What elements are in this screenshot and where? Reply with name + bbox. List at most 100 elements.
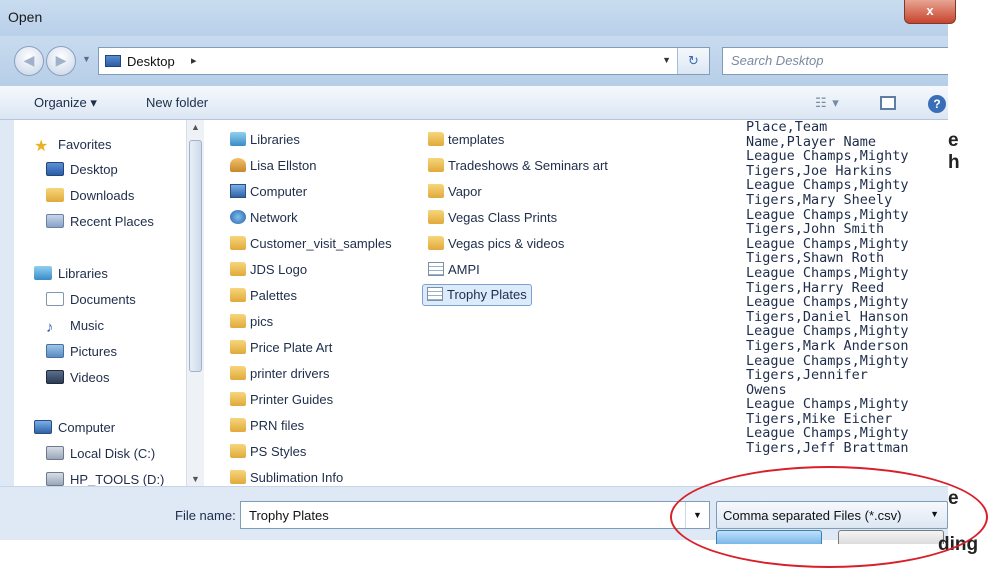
file-item-folder[interactable]: Tradeshows & Seminars art (424, 156, 612, 178)
file-item-network[interactable]: Network (226, 208, 302, 230)
preview-line: League Champs,Mighty (746, 235, 909, 252)
file-item-folder[interactable]: templates (424, 130, 508, 152)
preview-line: League Champs,Mighty (746, 323, 909, 340)
scroll-up-icon[interactable]: ▲ (191, 122, 200, 132)
file-name-value: Trophy Plates (249, 508, 329, 523)
change-view-icon[interactable]: ☷ ▾ (815, 95, 840, 111)
file-item-folder[interactable]: Price Plate Art (226, 338, 336, 360)
close-button[interactable]: x (904, 0, 956, 24)
nav-item-documents[interactable]: Documents (46, 292, 136, 314)
folder-icon (230, 340, 246, 354)
nav-item-recent-places[interactable]: Recent Places (46, 214, 154, 236)
file-item-csv[interactable]: AMPI (424, 260, 484, 282)
nav-item-libraries[interactable]: Libraries (34, 266, 108, 288)
nav-item-computer[interactable]: Computer (34, 420, 115, 442)
file-item-label: PS Styles (250, 444, 307, 459)
file-item-folder[interactable]: Printer Guides (226, 390, 337, 412)
file-item-label: PRN files (250, 418, 305, 433)
background-text-fragment: h (948, 152, 960, 173)
file-item-label: Customer_visit_samples (250, 236, 392, 251)
preview-line: Place,Team (746, 120, 828, 135)
file-item-folder[interactable]: PS Styles (226, 442, 310, 464)
nav-item-label: Pictures (70, 344, 117, 359)
preview-line: Tigers,Jennifer (746, 367, 868, 384)
file-item-folder[interactable]: JDS Logo (226, 260, 311, 282)
file-item-label: printer drivers (250, 366, 330, 381)
breadcrumb-desktop[interactable]: Desktop (127, 54, 175, 69)
file-item-label: Trophy Plates (447, 287, 527, 302)
nav-item-hp-tools-d[interactable]: HP_TOOLS (D:) (46, 472, 164, 486)
nav-item-downloads[interactable]: Downloads (46, 188, 134, 210)
navigation-bar: ◀ ▶ ▼ Desktop ▸ ▼ ↻ Search Desktop (0, 36, 948, 86)
address-dropdown-icon[interactable]: ▼ (662, 55, 671, 65)
address-bar[interactable]: Desktop ▸ ▼ ↻ (98, 47, 710, 75)
new-folder-button[interactable]: New folder (146, 95, 208, 110)
forward-button[interactable]: ▶ (46, 46, 76, 76)
organize-menu-button[interactable]: Organize ▾ (34, 95, 97, 111)
file-name-input[interactable]: Trophy Plates ▼ (240, 501, 710, 529)
file-item-folder[interactable]: printer drivers (226, 364, 333, 386)
folder-icon (230, 444, 246, 458)
command-toolbar: Organize ▾ New folder ☷ ▾ ? (0, 86, 948, 120)
pictures-icon (46, 344, 64, 358)
preview-line: League Champs,Mighty (746, 396, 909, 413)
preview-line: Tigers,Mark Anderson (746, 337, 909, 354)
file-item-folder[interactable]: PRN files (226, 416, 308, 438)
file-name-label: File name: (175, 508, 236, 523)
nav-item-label: Desktop (70, 162, 118, 177)
file-item-libraries[interactable]: Libraries (226, 130, 304, 152)
file-item-folder[interactable]: Palettes (226, 286, 301, 308)
star-icon: ★ (34, 138, 49, 155)
nav-item-pictures[interactable]: Pictures (46, 344, 117, 366)
folder-icon (428, 210, 444, 224)
scrollbar-thumb[interactable] (189, 140, 202, 372)
breadcrumb-arrow-icon[interactable]: ▸ (191, 54, 197, 67)
file-item-folder[interactable]: pics (226, 312, 277, 334)
title-bar: Open x (0, 0, 956, 36)
computer-icon (230, 184, 246, 198)
user-folder-icon (230, 158, 246, 172)
nav-item-music[interactable]: ♪ Music (46, 318, 104, 340)
csv-file-icon (428, 262, 444, 276)
back-arrow-icon: ◀ (23, 52, 35, 68)
file-item-csv-selected[interactable]: Trophy Plates (422, 284, 532, 306)
file-item-computer[interactable]: Computer (226, 182, 311, 204)
file-item-folder[interactable]: Vegas Class Prints (424, 208, 561, 230)
nav-item-label: Documents (70, 292, 136, 307)
computer-icon (34, 420, 52, 434)
nav-item-desktop[interactable]: Desktop (46, 162, 118, 184)
nav-item-videos[interactable]: Videos (46, 370, 110, 392)
nav-item-label: Music (70, 318, 104, 333)
file-item-lisa-ellston[interactable]: Lisa Ellston (226, 156, 320, 178)
scroll-down-icon[interactable]: ▼ (191, 474, 200, 484)
file-item-folder[interactable]: Customer_visit_samples (226, 234, 396, 256)
red-annotation-ellipse (670, 466, 988, 568)
nav-item-local-disk-c[interactable]: Local Disk (C:) (46, 446, 155, 468)
preview-pane-toggle-icon[interactable] (880, 96, 896, 110)
file-item-folder[interactable]: Vapor (424, 182, 486, 204)
folder-icon (230, 470, 246, 484)
preview-line: Tigers,John Smith (746, 221, 885, 238)
preview-line: Tigers,Joe Harkins (746, 162, 893, 179)
drive-icon (46, 472, 64, 486)
nav-item-favorites[interactable]: ★ Favorites (34, 136, 111, 158)
file-item-label: Printer Guides (250, 392, 334, 407)
recent-locations-dropdown[interactable]: ▼ (82, 54, 91, 64)
nav-item-label: Libraries (58, 266, 108, 281)
preview-line: Tigers,Mike Eicher (746, 410, 893, 427)
nav-item-label: Videos (70, 370, 110, 385)
preview-line: Tigers,Jeff Brattman (746, 440, 909, 457)
downloads-icon (46, 188, 64, 202)
navigation-pane-scrollbar[interactable]: ▲ ▼ (186, 120, 204, 486)
libraries-icon (34, 266, 52, 280)
preview-line: League Champs,Mighty (746, 352, 909, 369)
help-icon[interactable]: ? (928, 95, 946, 113)
folder-icon (428, 132, 444, 146)
refresh-icon[interactable]: ↻ (677, 48, 709, 74)
search-input[interactable]: Search Desktop (722, 47, 948, 75)
file-item-folder[interactable]: Vegas pics & videos (424, 234, 568, 256)
back-button[interactable]: ◀ (14, 46, 44, 76)
nav-item-label: Favorites (58, 137, 112, 152)
forward-arrow-icon: ▶ (55, 52, 67, 68)
desktop-icon (46, 162, 64, 176)
